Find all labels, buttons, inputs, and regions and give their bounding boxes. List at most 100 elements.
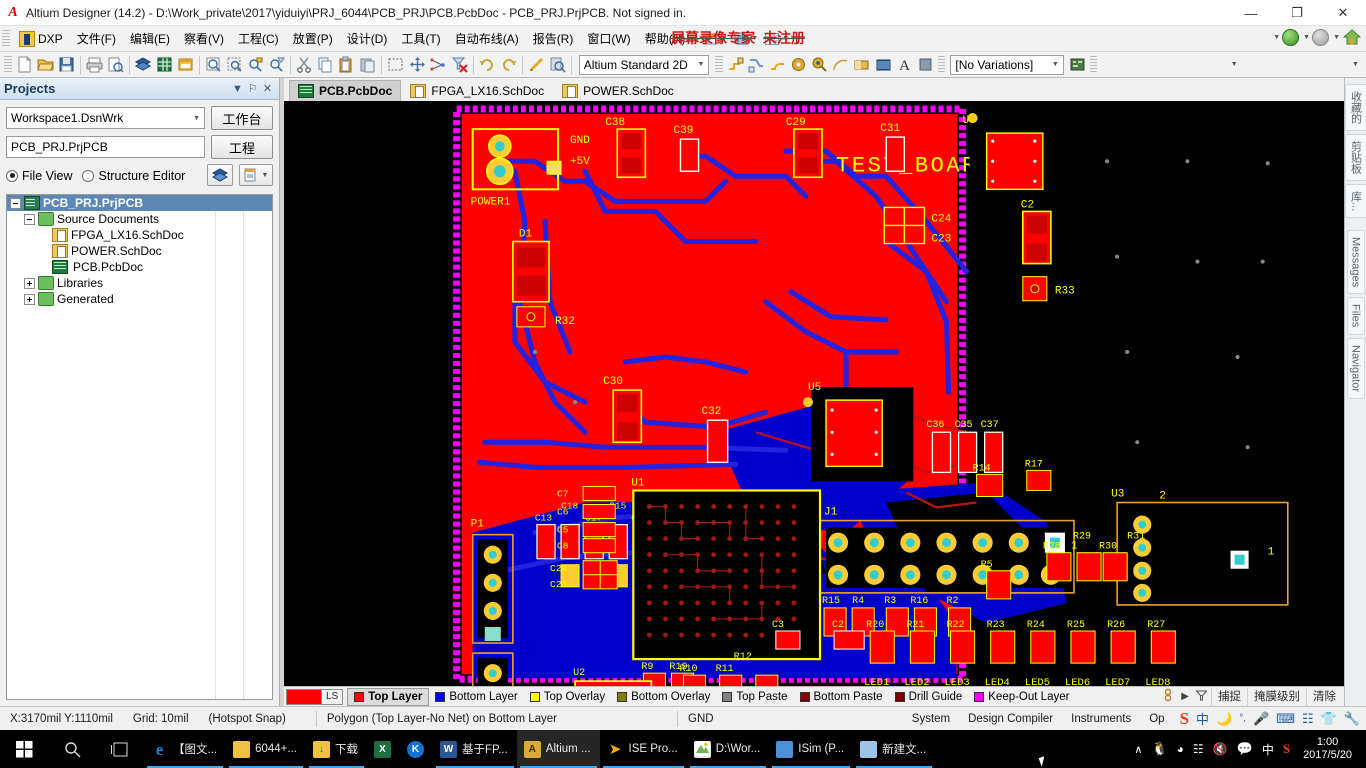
- browse-icon[interactable]: [547, 54, 568, 76]
- mic-icon[interactable]: 🎤: [1253, 711, 1269, 727]
- toolbar-grip-handle[interactable]: [4, 55, 12, 74]
- chevron-down-icon[interactable]: ▼: [230, 81, 245, 97]
- layer-tab-drill-guide[interactable]: Drill Guide: [889, 688, 969, 706]
- workspace-combo[interactable]: Workspace1.DsnWrk ▼: [6, 107, 205, 129]
- minimize-button[interactable]: —: [1228, 0, 1274, 26]
- print-icon[interactable]: [84, 54, 105, 76]
- pcb-canvas-area[interactable]: TEST_BOARD V1.0 POWER1 GND +5V C38 C39 C…: [284, 101, 1344, 686]
- project-combo[interactable]: PCB_PRJ.PrjPCB: [6, 136, 205, 158]
- board-icon[interactable]: [133, 54, 154, 76]
- menu-item-window[interactable]: 窗口(W): [580, 26, 637, 51]
- print-preview-icon[interactable]: [105, 54, 126, 76]
- volume-mute-icon[interactable]: 🔇: [1213, 742, 1228, 756]
- forward-button[interactable]: [1312, 28, 1330, 46]
- view-config-combo[interactable]: Altium Standard 2D ▼: [578, 54, 710, 75]
- expander-minus-icon[interactable]: [24, 213, 35, 225]
- ime-chinese-icon[interactable]: 中: [1262, 741, 1274, 758]
- tree-node-project[interactable]: PCB_PRJ.PrjPCB: [7, 195, 272, 211]
- toolbar-grip-handle-3[interactable]: [937, 55, 946, 74]
- taskbar-app-excel[interactable]: X: [367, 730, 400, 768]
- close-icon[interactable]: ✕: [260, 81, 275, 97]
- ime-chinese-icon[interactable]: 中: [1196, 709, 1209, 728]
- mask-level-button[interactable]: 掩膜级别: [1247, 687, 1306, 706]
- menu-item-file[interactable]: 文件(F): [70, 26, 123, 51]
- workspace-button[interactable]: 工作台: [211, 106, 273, 130]
- menu-item-place[interactable]: 放置(P): [286, 26, 340, 51]
- start-button[interactable]: [0, 730, 48, 768]
- back-button[interactable]: [1282, 28, 1300, 46]
- taskbar-app-downloads[interactable]: ↓ 下载: [306, 730, 367, 768]
- undo-icon[interactable]: [477, 54, 498, 76]
- taskbar-app-notepad[interactable]: 新建文...: [853, 730, 935, 768]
- taskbar-app-explorer-dwor[interactable]: D:\Wor...: [687, 730, 770, 768]
- right-tab-navigator[interactable]: Navigator: [1346, 337, 1365, 399]
- project-button[interactable]: 工程: [211, 135, 273, 159]
- snap-button[interactable]: 捕捉: [1211, 687, 1247, 706]
- paste-icon[interactable]: [336, 54, 357, 76]
- empty-combo-2[interactable]: ▼: [1248, 55, 1363, 75]
- menu-item-project[interactable]: 工程(C): [231, 26, 286, 51]
- taskbar-app-folder-6044[interactable]: 6044+...: [226, 730, 306, 768]
- highlight-icon[interactable]: [526, 54, 547, 76]
- menu-item-reports[interactable]: 报告(R): [526, 26, 581, 51]
- variations-combo[interactable]: [No Variations] ▼: [950, 54, 1064, 75]
- layer-tab-bottom-paste[interactable]: Bottom Paste: [794, 688, 889, 706]
- expander-minus-icon[interactable]: [10, 197, 21, 209]
- filter-icon[interactable]: [1192, 690, 1211, 704]
- status-link-design-compiler[interactable]: Design Compiler: [959, 713, 1062, 725]
- cut-icon[interactable]: [294, 54, 315, 76]
- network-icon[interactable]: ☷: [1193, 742, 1204, 756]
- tab-power-schdoc[interactable]: POWER.SchDoc: [553, 80, 683, 101]
- layer-tab-bottom-overlay[interactable]: Bottom Overlay: [611, 688, 716, 706]
- qq-icon[interactable]: 🐧: [1151, 741, 1167, 757]
- keyboard-icon[interactable]: ⌨: [1276, 711, 1295, 727]
- wrench-icon[interactable]: 🔧: [1344, 711, 1360, 727]
- right-tab-messages[interactable]: Messages: [1346, 230, 1365, 295]
- toolbox-icon[interactable]: ☷: [1302, 711, 1314, 727]
- radio-file-view[interactable]: File View: [6, 169, 72, 183]
- layer-tab-top-overlay[interactable]: Top Overlay: [524, 688, 611, 706]
- project-tree[interactable]: PCB_PRJ.PrjPCB Source Documents FPGA_LX1…: [6, 194, 273, 700]
- tab-fpga-schdoc[interactable]: FPGA_LX16.SchDoc: [401, 80, 553, 101]
- place-string-icon[interactable]: A: [894, 54, 915, 76]
- layer-set-selector[interactable]: LS: [286, 688, 344, 705]
- play-icon[interactable]: ▶: [1178, 691, 1192, 702]
- taskbar-app-word[interactable]: W 基于FP...: [433, 730, 517, 768]
- tree-node-pcb-pcbdoc[interactable]: PCB.PcbDoc: [7, 259, 272, 275]
- compile-button[interactable]: [207, 164, 233, 186]
- right-tab-libraries[interactable]: 库...: [1344, 184, 1366, 219]
- new-doc-icon[interactable]: [14, 54, 35, 76]
- menu-item-dxp[interactable]: DXP: [12, 27, 70, 51]
- window-icon[interactable]: [175, 54, 196, 76]
- search-button[interactable]: [48, 730, 96, 768]
- status-link-instruments[interactable]: Instruments: [1062, 713, 1140, 725]
- open-folder-icon[interactable]: [35, 54, 56, 76]
- zoom-doc-icon[interactable]: [203, 54, 224, 76]
- pcb-board-drawing[interactable]: TEST_BOARD V1.0 POWER1 GND +5V C38 C39 C…: [284, 101, 1344, 686]
- zoom-filter-icon[interactable]: [266, 54, 287, 76]
- taskbar-app-altium[interactable]: A Altium ...: [516, 730, 600, 768]
- status-link-system[interactable]: System: [903, 713, 959, 725]
- tab-pcb-pcbdoc[interactable]: PCB.PcbDoc: [289, 80, 402, 101]
- align-icon[interactable]: [428, 54, 449, 76]
- moon-icon[interactable]: 🌙: [1216, 711, 1232, 727]
- place-fill-icon[interactable]: [851, 54, 872, 76]
- status-link-options[interactable]: Op: [1140, 713, 1173, 725]
- sogou-icon[interactable]: S: [1283, 741, 1290, 757]
- home-button[interactable]: [1342, 28, 1362, 46]
- marquee-select-icon[interactable]: [385, 54, 406, 76]
- maximize-button[interactable]: ❐: [1274, 0, 1320, 26]
- taskbar-app-kingsoft[interactable]: K: [400, 730, 433, 768]
- tree-node-generated[interactable]: Generated: [7, 291, 272, 307]
- paste-special-icon[interactable]: [357, 54, 378, 76]
- radio-structure-editor[interactable]: Structure Editor: [82, 169, 185, 183]
- toolbar-grip-handle-2[interactable]: [715, 55, 724, 74]
- wifi-icon[interactable]: ◕: [1177, 742, 1184, 756]
- chevron-down-icon[interactable]: ▼: [1303, 34, 1310, 41]
- layer-mode-icon[interactable]: [1158, 688, 1178, 705]
- place-component-icon[interactable]: [915, 54, 936, 76]
- place-track-icon[interactable]: [725, 54, 746, 76]
- spreadsheet-icon[interactable]: [154, 54, 175, 76]
- place-polygon-icon[interactable]: [873, 54, 894, 76]
- taskbar-app-edge[interactable]: e 【图文...: [144, 730, 226, 768]
